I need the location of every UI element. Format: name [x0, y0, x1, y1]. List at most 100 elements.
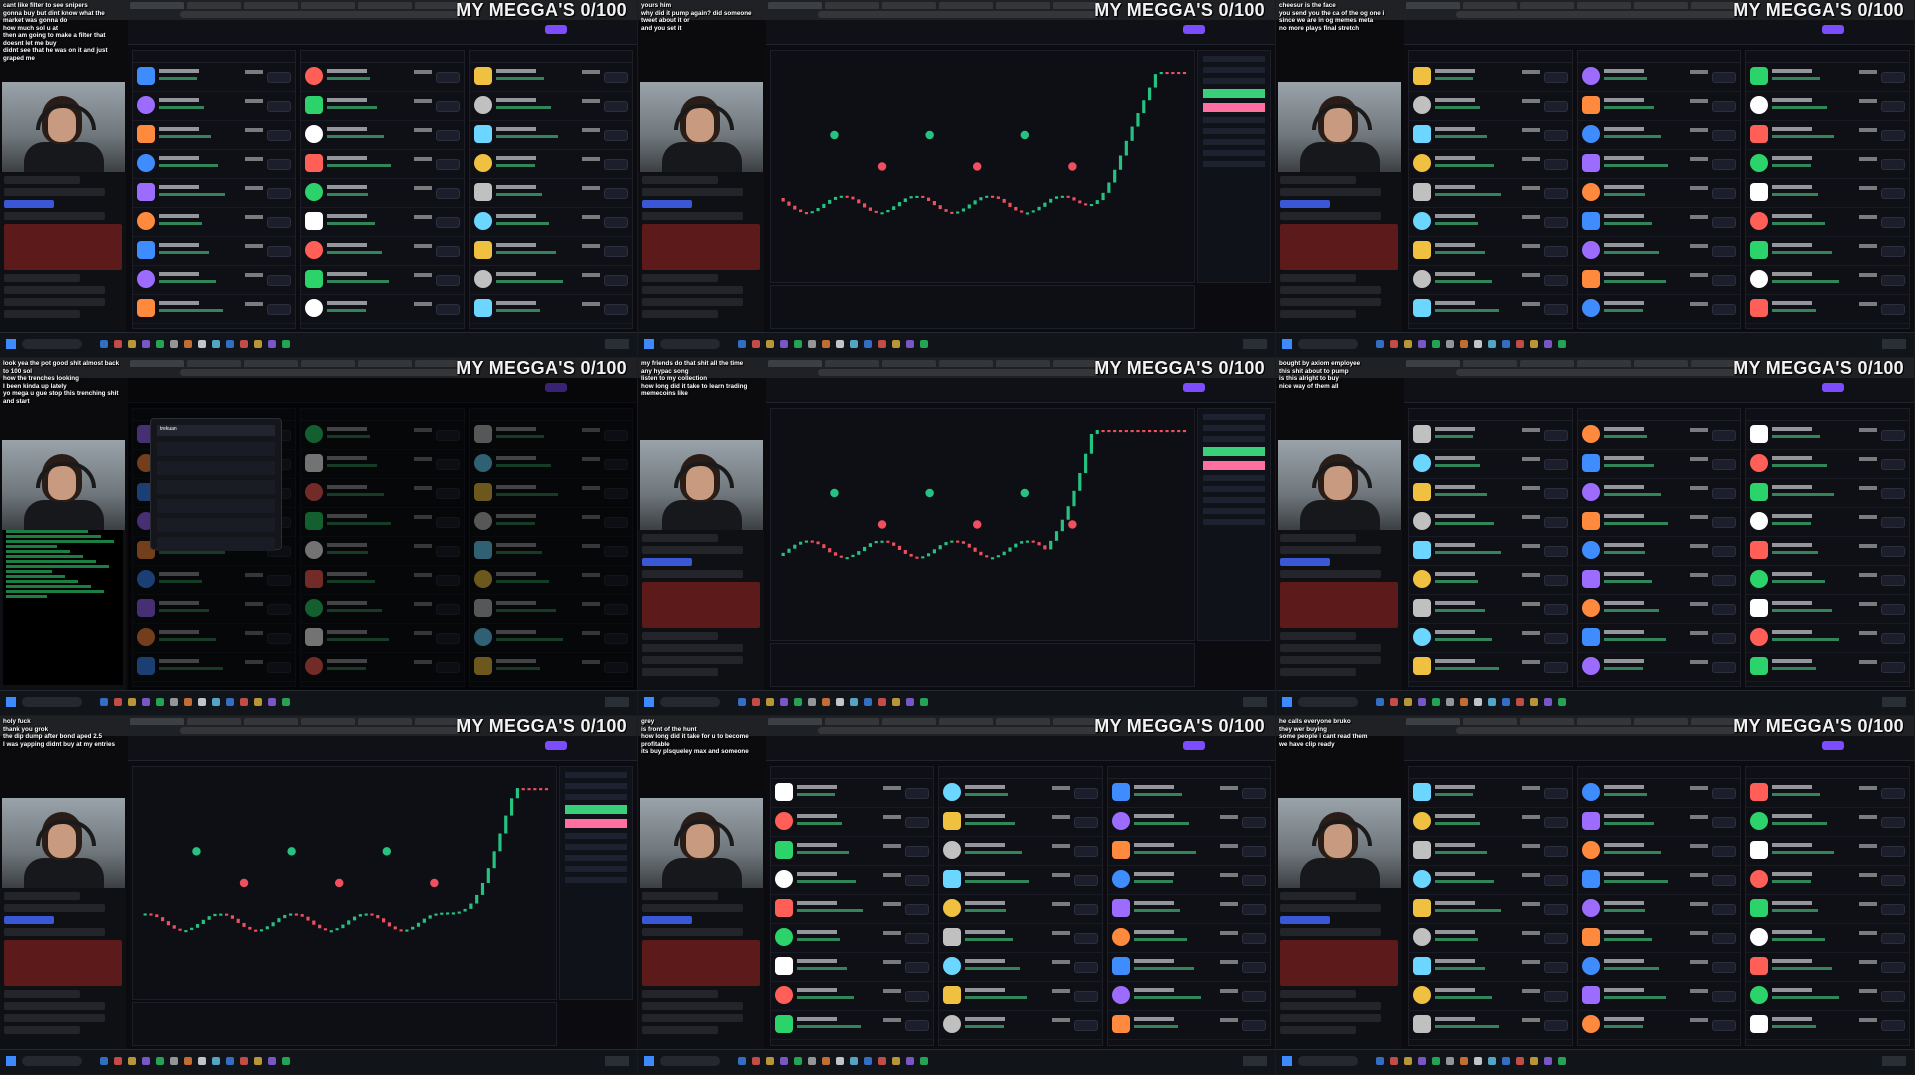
quick-buy-button[interactable]: [1543, 72, 1568, 83]
token-row[interactable]: [301, 150, 464, 179]
taskbar-app-icon[interactable]: [878, 1057, 886, 1065]
taskbar-app-icon[interactable]: [156, 698, 164, 706]
taskbar-app-icon[interactable]: [1544, 1057, 1552, 1065]
taskbar-app-icon[interactable]: [1432, 1057, 1440, 1065]
quick-buy-button[interactable]: [1543, 633, 1568, 644]
taskbar-app-icon[interactable]: [1460, 698, 1468, 706]
quick-buy-button[interactable]: [267, 304, 292, 315]
quick-buy-button[interactable]: [1881, 130, 1905, 141]
taskbar-app-icon[interactable]: [906, 340, 914, 348]
taskbar-app-icon[interactable]: [1418, 698, 1426, 706]
quick-buy-button[interactable]: [1543, 304, 1568, 315]
quick-buy-button[interactable]: [1543, 188, 1568, 199]
token-row[interactable]: [1409, 837, 1572, 866]
token-row[interactable]: [1107, 779, 1270, 808]
start-icon[interactable]: [644, 1056, 654, 1066]
token-row[interactable]: [1746, 866, 1909, 895]
taskbar-app-icon[interactable]: [738, 1057, 746, 1065]
token-row[interactable]: [1409, 266, 1572, 295]
taskbar-app-icon[interactable]: [198, 1057, 206, 1065]
taskbar-app-icon[interactable]: [1516, 698, 1524, 706]
token-row[interactable]: [1409, 924, 1572, 953]
browser-tab[interactable]: [244, 718, 298, 725]
taskbar-app-icon[interactable]: [1558, 698, 1566, 706]
quick-buy-button[interactable]: [1712, 1020, 1737, 1031]
quick-buy-button[interactable]: [1543, 101, 1568, 112]
token-row[interactable]: [939, 779, 1102, 808]
browser-tab[interactable]: [1634, 718, 1688, 725]
taskbar-app-icon[interactable]: [822, 340, 830, 348]
token-row[interactable]: [1577, 92, 1741, 121]
taskbar-app-icon[interactable]: [100, 1057, 108, 1065]
taskbar-app-icon[interactable]: [156, 1057, 164, 1065]
token-row[interactable]: [1577, 624, 1741, 653]
quick-buy-button[interactable]: [603, 72, 628, 83]
taskbar-search[interactable]: [22, 339, 82, 349]
quick-buy-button[interactable]: [1712, 846, 1737, 857]
browser-tab[interactable]: [1577, 718, 1631, 725]
quick-buy-button[interactable]: [1543, 1020, 1568, 1031]
quick-buy-button[interactable]: [1073, 846, 1098, 857]
taskbar-app-icon[interactable]: [836, 340, 844, 348]
quick-buy-button[interactable]: [905, 904, 930, 915]
token-row[interactable]: [1577, 808, 1741, 837]
quick-buy-button[interactable]: [435, 217, 460, 228]
trade-input[interactable]: [1203, 78, 1265, 84]
token-row[interactable]: [133, 150, 296, 179]
taskbar-app-icon[interactable]: [114, 340, 122, 348]
taskbar-app-icon[interactable]: [878, 698, 886, 706]
token-row[interactable]: [1577, 953, 1741, 982]
taskbar-app-icon[interactable]: [114, 1057, 122, 1065]
browser-tab[interactable]: [1520, 2, 1574, 9]
taskbar-app-icon[interactable]: [752, 340, 760, 348]
taskbar-app-icon[interactable]: [1502, 698, 1510, 706]
quick-buy-button[interactable]: [603, 188, 628, 199]
browser-tab[interactable]: [1463, 718, 1517, 725]
taskbar-app-icon[interactable]: [864, 340, 872, 348]
taskbar-app-icon[interactable]: [1502, 340, 1510, 348]
quick-buy-button[interactable]: [603, 275, 628, 286]
quick-buy-button[interactable]: [1543, 662, 1568, 673]
taskbar-app-icon[interactable]: [1432, 698, 1440, 706]
taskbar-search[interactable]: [22, 697, 82, 707]
token-row[interactable]: [1746, 150, 1909, 179]
token-row[interactable]: [939, 1011, 1102, 1040]
quick-buy-button[interactable]: [1241, 933, 1266, 944]
taskbar-app-icon[interactable]: [794, 698, 802, 706]
taskbar-app-icon[interactable]: [282, 1057, 290, 1065]
taskbar-app-icon[interactable]: [780, 1057, 788, 1065]
token-row[interactable]: [1746, 237, 1909, 266]
quick-buy-button[interactable]: [1712, 933, 1737, 944]
taskbar-app-icon[interactable]: [184, 340, 192, 348]
token-row[interactable]: [1409, 866, 1572, 895]
quick-buy-button[interactable]: [1881, 101, 1905, 112]
quick-buy-button[interactable]: [1241, 788, 1266, 799]
token-row[interactable]: [1577, 450, 1741, 479]
taskbar-app-icon[interactable]: [170, 698, 178, 706]
token-row[interactable]: [771, 982, 934, 1011]
taskbar-app-icon[interactable]: [128, 1057, 136, 1065]
browser-tab[interactable]: [996, 2, 1050, 9]
quick-buy-button[interactable]: [267, 159, 292, 170]
taskbar-app-icon[interactable]: [212, 1057, 220, 1065]
quick-buy-button[interactable]: [1712, 817, 1737, 828]
token-row[interactable]: [1409, 508, 1572, 537]
taskbar-app-icon[interactable]: [1390, 698, 1398, 706]
quick-buy-button[interactable]: [1543, 130, 1568, 141]
browser-tab[interactable]: [996, 718, 1050, 725]
token-row[interactable]: [133, 179, 296, 208]
taskbar-app-icon[interactable]: [240, 698, 248, 706]
taskbar-app-icon[interactable]: [268, 698, 276, 706]
quick-buy-button[interactable]: [1241, 846, 1266, 857]
taskbar-app-icon[interactable]: [836, 698, 844, 706]
taskbar-search[interactable]: [660, 339, 720, 349]
taskbar-app-icon[interactable]: [1488, 1057, 1496, 1065]
quick-buy-button[interactable]: [1543, 159, 1568, 170]
token-row[interactable]: [133, 121, 296, 150]
quick-buy-button[interactable]: [435, 275, 460, 286]
taskbar-app-icon[interactable]: [1544, 698, 1552, 706]
browser-tab[interactable]: [358, 718, 412, 725]
quick-buy-button[interactable]: [1712, 875, 1737, 886]
quick-buy-button[interactable]: [1881, 1020, 1905, 1031]
quick-buy-button[interactable]: [1073, 962, 1098, 973]
